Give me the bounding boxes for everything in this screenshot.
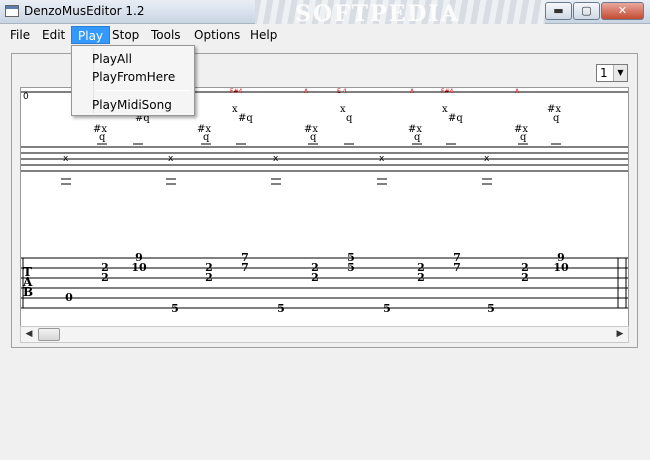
window-controls: ▬ ▢ ✕: [544, 2, 644, 20]
menu-gutter: [74, 48, 94, 113]
note-annotation: E 4: [337, 88, 347, 95]
note-annotation: F#4: [230, 88, 242, 95]
scroll-left-icon[interactable]: ◀: [21, 327, 37, 342]
scrollbar-thumb[interactable]: [38, 328, 60, 341]
tab-fret-number: 2: [205, 271, 213, 284]
bass-mark: x: [379, 154, 385, 164]
app-window: DenzoMusEditor 1.2 SOFTPEDIA ▬ ▢ ✕ File …: [0, 0, 650, 460]
note-head: q: [203, 132, 210, 143]
scroll-right-icon[interactable]: ▶: [612, 327, 628, 342]
bass-mark: x: [273, 154, 279, 164]
score-svg: 0F#4AE 4AF#4A#xqx#q#xqx#q#xqxq#xqx#q#xq#…: [21, 88, 628, 315]
note-head: q: [414, 132, 421, 143]
measure-select-value: 1: [600, 66, 608, 80]
watermark-banner: SOFTPEDIA: [255, 0, 545, 24]
tab-fret-number: 5: [487, 302, 495, 315]
maximize-button[interactable]: ▢: [573, 2, 600, 20]
note-head: q: [310, 132, 317, 143]
tab-fret-number: 10: [553, 261, 569, 274]
bass-mark: x: [168, 154, 174, 164]
tab-clef-letter: B: [23, 285, 33, 299]
tab-fret-number: 5: [383, 302, 391, 315]
note-head: q: [553, 113, 560, 124]
tab-fret-number: 2: [417, 271, 425, 284]
note-head: #q: [448, 113, 463, 124]
chevron-down-icon[interactable]: ▼: [613, 65, 627, 81]
menu-tools[interactable]: Tools: [145, 26, 187, 44]
menu-item-playall[interactable]: PlayAll: [92, 50, 132, 68]
tab-fret-number: 2: [101, 271, 109, 284]
menu-item-playfromhere[interactable]: PlayFromHere: [92, 68, 175, 86]
menu-item-playmidisong[interactable]: PlayMidiSong: [92, 96, 172, 114]
measure-number: 0: [23, 92, 29, 102]
menu-separator: [96, 90, 190, 91]
note-head: #q: [238, 113, 253, 124]
menu-play[interactable]: Play: [71, 26, 111, 44]
tab-fret-number: 0: [65, 291, 73, 304]
menu-help[interactable]: Help: [244, 26, 283, 44]
minimize-button[interactable]: ▬: [545, 2, 572, 20]
menu-stop[interactable]: Stop: [106, 26, 145, 44]
menu-edit[interactable]: Edit: [36, 26, 71, 44]
menu-bar: File Edit Play Stop Tools Options Help: [0, 24, 650, 45]
tab-fret-number: 2: [521, 271, 529, 284]
tab-fret-number: 5: [171, 302, 179, 315]
note-head: q: [346, 113, 353, 124]
horizontal-scrollbar[interactable]: ◀ ▶: [20, 326, 629, 343]
note-head: q: [99, 132, 106, 143]
bass-mark: x: [63, 154, 69, 164]
bass-mark: x: [484, 154, 490, 164]
tab-fret-number: 5: [277, 302, 285, 315]
tab-fret-number: 7: [453, 261, 461, 274]
tab-fret-number: 5: [347, 261, 355, 274]
tab-fret-number: 7: [241, 261, 249, 274]
title-bar: DenzoMusEditor 1.2 SOFTPEDIA ▬ ▢ ✕: [0, 0, 650, 24]
watermark-text: SOFTPEDIA: [295, 1, 460, 24]
close-button[interactable]: ✕: [601, 2, 644, 20]
app-icon: [5, 5, 19, 17]
measure-select[interactable]: 1 ▼: [596, 64, 628, 82]
play-menu-dropdown: PlayAll PlayFromHere PlayMidiSong: [71, 45, 195, 116]
window-title: DenzoMusEditor 1.2: [24, 4, 145, 18]
menu-file[interactable]: File: [4, 26, 36, 44]
tab-fret-number: 10: [131, 261, 147, 274]
note-head: q: [520, 132, 527, 143]
note-annotation: F#4: [441, 88, 453, 95]
menu-options[interactable]: Options: [188, 26, 246, 44]
tab-fret-number: 2: [311, 271, 319, 284]
score-canvas[interactable]: 0F#4AE 4AF#4A#xqx#q#xqx#q#xqxq#xqx#q#xq#…: [20, 87, 629, 327]
